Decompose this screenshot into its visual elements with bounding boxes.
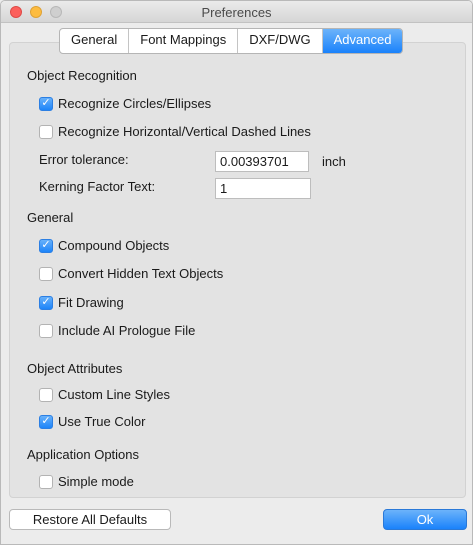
checkbox-unchecked-icon[interactable] <box>39 387 53 402</box>
section-object-attributes: Object Attributes <box>27 361 123 376</box>
use-true-color-checkbox[interactable]: ✓ Use True Color <box>39 414 145 429</box>
checkbox-checked-icon[interactable]: ✓ <box>39 96 53 111</box>
recognize-dashed-lines-checkbox[interactable]: Recognize Horizontal/Vertical Dashed Lin… <box>39 124 311 139</box>
checkbox-label: Compound Objects <box>58 238 170 253</box>
simple-mode-checkbox[interactable]: Simple mode <box>39 474 134 489</box>
checkbox-unchecked-icon[interactable] <box>39 474 53 489</box>
checkbox-checked-icon[interactable]: ✓ <box>39 238 53 253</box>
preferences-window: Preferences General Font Mappings DXF/DW… <box>0 0 473 545</box>
checkbox-checked-icon[interactable]: ✓ <box>39 414 53 429</box>
checkbox-label: Use True Color <box>58 414 146 429</box>
tab-font-mappings[interactable]: Font Mappings <box>129 29 239 53</box>
error-tolerance-label: Error tolerance: <box>39 152 129 167</box>
checkbox-checked-icon[interactable]: ✓ <box>39 295 53 310</box>
error-tolerance-unit: inch <box>322 154 346 169</box>
section-object-recognition: Object Recognition <box>27 68 137 83</box>
ok-button[interactable]: Ok <box>383 509 467 530</box>
compound-objects-checkbox[interactable]: ✓ Compound Objects <box>39 238 169 253</box>
checkbox-label: Fit Drawing <box>58 295 124 310</box>
fit-drawing-checkbox[interactable]: ✓ Fit Drawing <box>39 295 124 310</box>
checkbox-label: Recognize Circles/Ellipses <box>58 96 212 111</box>
checkbox-label: Recognize Horizontal/Vertical Dashed Lin… <box>58 124 311 139</box>
custom-line-styles-checkbox[interactable]: Custom Line Styles <box>39 387 170 402</box>
include-ai-prologue-checkbox[interactable]: Include AI Prologue File <box>39 323 195 338</box>
title-bar: Preferences <box>1 1 472 23</box>
tab-general[interactable]: General <box>60 29 130 53</box>
section-general: General <box>27 210 74 225</box>
checkbox-label: Include AI Prologue File <box>58 323 196 338</box>
checkbox-label: Convert Hidden Text Objects <box>58 266 224 281</box>
restore-all-defaults-button[interactable]: Restore All Defaults <box>9 509 171 530</box>
checkbox-unchecked-icon[interactable] <box>39 323 53 338</box>
kerning-factor-field[interactable] <box>215 178 311 199</box>
convert-hidden-text-checkbox[interactable]: Convert Hidden Text Objects <box>39 266 223 281</box>
recognize-circles-checkbox[interactable]: ✓ Recognize Circles/Ellipses <box>39 96 211 111</box>
checkbox-label: Custom Line Styles <box>58 387 170 402</box>
section-application-options: Application Options <box>27 447 140 462</box>
window-title: Preferences <box>201 5 272 20</box>
error-tolerance-field[interactable] <box>215 151 309 172</box>
kerning-factor-label: Kerning Factor Text: <box>39 179 156 194</box>
tab-advanced[interactable]: Advanced <box>322 29 403 53</box>
checkbox-unchecked-icon[interactable] <box>39 266 53 281</box>
checkbox-unchecked-icon[interactable] <box>39 124 53 139</box>
tab-dxf-dwg[interactable]: DXF/DWG <box>238 29 323 53</box>
tab-bar: General Font Mappings DXF/DWG Advanced <box>59 28 404 54</box>
checkbox-label: Simple mode <box>58 474 134 489</box>
